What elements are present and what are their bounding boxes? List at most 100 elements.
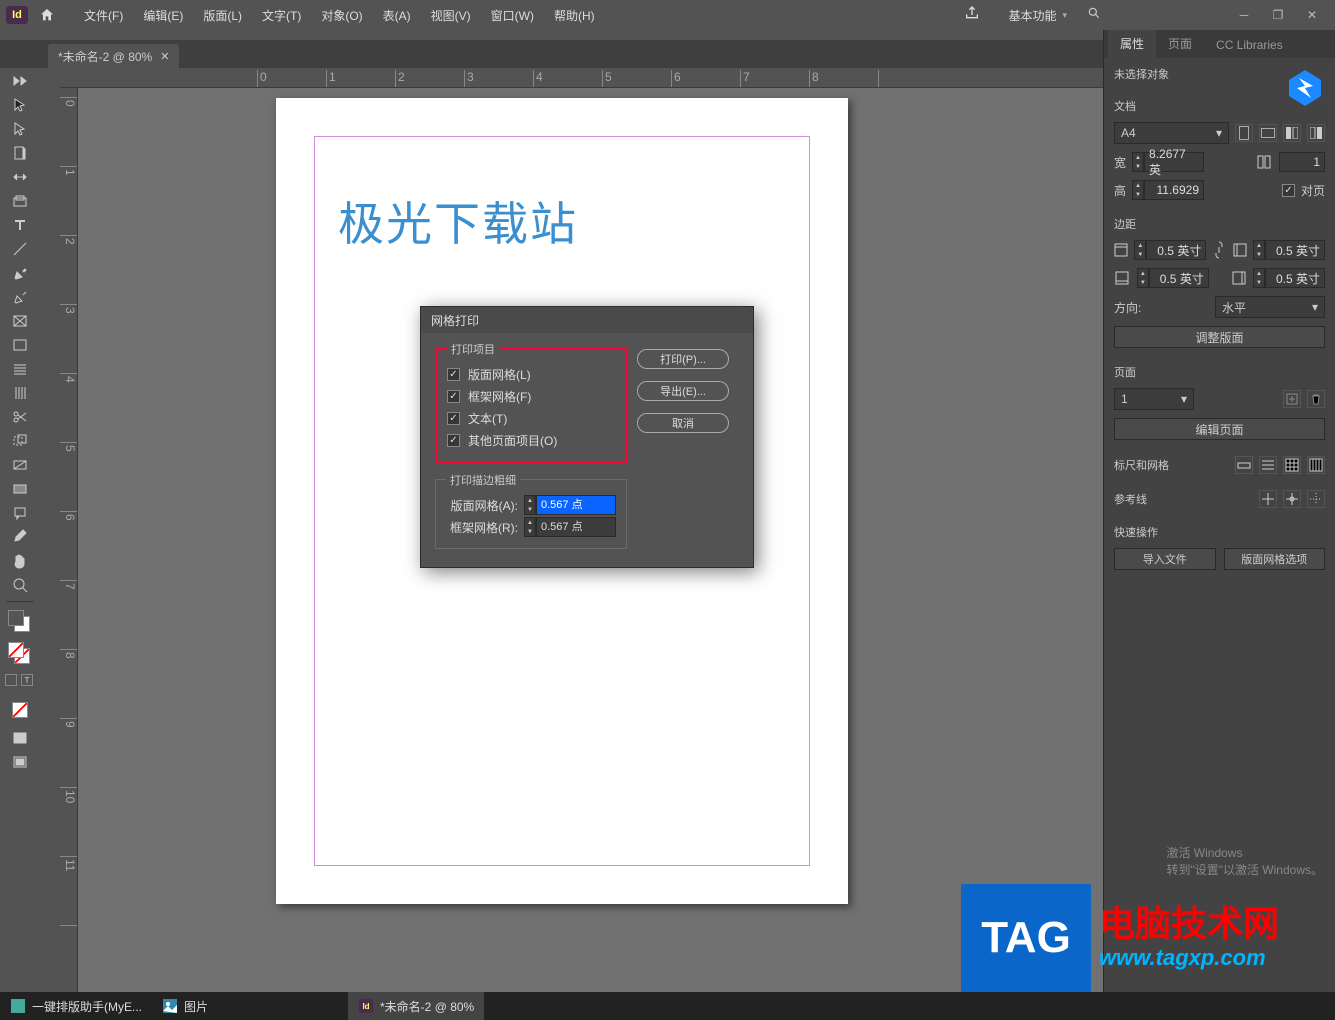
taskbar-item-indesign[interactable]: Id *未命名-2 @ 80% (348, 992, 484, 1020)
rectangle-tool-icon[interactable] (4, 334, 36, 356)
checkbox-layout-grid[interactable] (447, 368, 460, 381)
layout-grid-stepper[interactable]: ▲▼ (524, 495, 536, 515)
binding-right-icon[interactable] (1307, 124, 1325, 142)
layout-grid-options-button[interactable]: 版面网格选项 (1224, 548, 1326, 570)
menu-object[interactable]: 对象(O) (311, 7, 372, 24)
edit-page-button[interactable]: 编辑页面 (1114, 418, 1325, 440)
orientation-landscape-icon[interactable] (1259, 124, 1277, 142)
margin-bottom-field[interactable]: 0.5 英寸 (1149, 268, 1209, 288)
rectangle-frame-tool-icon[interactable] (4, 310, 36, 332)
margin-top-field[interactable]: 0.5 英寸 (1146, 240, 1206, 260)
document-tab[interactable]: *未命名-2 @ 80% ✕ (48, 44, 179, 68)
vertical-ruler[interactable]: 0 1 2 3 4 5 6 7 8 9 10 11 (60, 88, 78, 992)
menu-window[interactable]: 窗口(W) (481, 7, 544, 24)
ruler-icon[interactable] (1235, 456, 1253, 474)
height-field[interactable]: 11.6929 (1144, 180, 1204, 200)
document-grid-icon[interactable] (1283, 456, 1301, 474)
new-page-icon[interactable] (1283, 390, 1301, 408)
expand-toolbox-icon[interactable] (4, 70, 36, 92)
show-guides-icon[interactable] (1259, 490, 1277, 508)
dialog-title[interactable]: 网格打印 (421, 307, 753, 333)
line-tool-icon[interactable] (4, 238, 36, 260)
direct-selection-tool-icon[interactable] (4, 118, 36, 140)
checkbox-other-items[interactable] (447, 434, 460, 447)
orientation-select[interactable]: 水平▾ (1215, 296, 1325, 318)
note-tool-icon[interactable] (4, 502, 36, 524)
menu-view[interactable]: 视图(V) (421, 7, 481, 24)
type-tool-icon[interactable] (4, 214, 36, 236)
menu-help[interactable]: 帮助(H) (544, 7, 605, 24)
menu-edit[interactable]: 编辑(E) (133, 7, 193, 24)
content-collector-tool-icon[interactable] (4, 190, 36, 212)
margin-bottom-stepper[interactable]: ▲▼ (1137, 268, 1149, 288)
margin-left-field[interactable]: 0.5 英寸 (1265, 240, 1325, 260)
share-icon[interactable] (964, 5, 984, 25)
taskbar-item-pictures[interactable]: 图片 (152, 992, 218, 1020)
dialog-print-button[interactable]: 打印(P)... (637, 349, 729, 369)
hand-tool-icon[interactable] (4, 550, 36, 572)
zoom-tool-icon[interactable] (4, 574, 36, 596)
home-icon[interactable] (38, 6, 56, 24)
checkbox-text[interactable] (447, 412, 460, 425)
height-stepper[interactable]: ▲▼ (1132, 180, 1144, 200)
checkbox-frame-grid[interactable] (447, 390, 460, 403)
binding-left-icon[interactable] (1283, 124, 1301, 142)
pen-tool-icon[interactable] (4, 262, 36, 284)
pasteboard[interactable]: 极光下载站 网格打印 打印项目 版面网格(L) 框架网格(F) 文本(T) 其他… (78, 88, 1103, 992)
menu-table[interactable]: 表(A) (373, 7, 421, 24)
margin-right-stepper[interactable]: ▲▼ (1253, 268, 1265, 288)
width-stepper[interactable]: ▲▼ (1132, 152, 1144, 172)
eyedropper-tool-icon[interactable] (4, 526, 36, 548)
gap-tool-icon[interactable] (4, 166, 36, 188)
window-restore-icon[interactable]: ❐ (1271, 9, 1285, 21)
scissors-tool-icon[interactable] (4, 406, 36, 428)
window-close-icon[interactable]: ✕ (1305, 9, 1319, 21)
panel-tab-properties[interactable]: 属性 (1108, 30, 1156, 58)
fill-stroke-swatch[interactable] (4, 607, 36, 637)
horizontal-ruler[interactable]: 0 1 2 3 4 5 6 7 8 (60, 70, 1103, 88)
layout-grid-stroke-input[interactable]: 0.567 点 (536, 495, 616, 515)
layout-grid-icon[interactable] (1307, 456, 1325, 474)
panel-tab-pages[interactable]: 页面 (1156, 30, 1204, 58)
import-file-button[interactable]: 导入文件 (1114, 548, 1216, 570)
selection-tool-icon[interactable] (4, 94, 36, 116)
page-number-select[interactable]: 1▾ (1114, 388, 1194, 410)
baseline-grid-icon[interactable] (1259, 456, 1277, 474)
margin-right-field[interactable]: 0.5 英寸 (1265, 268, 1325, 288)
free-transform-tool-icon[interactable] (4, 430, 36, 452)
horizontal-grid-tool-icon[interactable] (4, 358, 36, 380)
facing-pages-checkbox[interactable] (1282, 184, 1295, 197)
default-fill-stroke-icon[interactable] (4, 639, 36, 669)
apply-color-icon[interactable] (4, 695, 36, 725)
margin-top-stepper[interactable]: ▲▼ (1134, 240, 1146, 260)
adobe-search[interactable] (1087, 6, 1217, 24)
width-field[interactable]: 8.2677 英 (1144, 152, 1204, 172)
view-mode-icon[interactable] (4, 727, 36, 749)
pencil-tool-icon[interactable] (4, 286, 36, 308)
page-size-select[interactable]: A4▾ (1114, 122, 1229, 144)
margin-left-stepper[interactable]: ▲▼ (1253, 240, 1265, 260)
workspace-switcher[interactable]: 基本功能 ▾ (998, 7, 1077, 24)
dialog-export-button[interactable]: 导出(E)... (637, 381, 729, 401)
screen-mode-icon[interactable] (4, 751, 36, 773)
gradient-feather-tool-icon[interactable] (4, 478, 36, 500)
menu-layout[interactable]: 版面(L) (193, 7, 252, 24)
menu-file[interactable]: 文件(F) (74, 7, 133, 24)
formatting-container-icon[interactable]: T (4, 671, 36, 693)
panel-tab-cclibraries[interactable]: CC Libraries (1204, 32, 1295, 58)
tab-close-icon[interactable]: ✕ (160, 50, 169, 63)
gradient-swatch-tool-icon[interactable] (4, 454, 36, 476)
frame-grid-stepper[interactable]: ▲▼ (524, 517, 536, 537)
vertical-grid-tool-icon[interactable] (4, 382, 36, 404)
dialog-cancel-button[interactable]: 取消 (637, 413, 729, 433)
adjust-layout-button[interactable]: 调整版面 (1114, 326, 1325, 348)
page-tool-icon[interactable] (4, 142, 36, 164)
link-margins-icon[interactable] (1212, 241, 1226, 259)
menu-type[interactable]: 文字(T) (252, 7, 311, 24)
smart-guides-icon[interactable] (1307, 490, 1325, 508)
lock-guides-icon[interactable] (1283, 490, 1301, 508)
taskbar-item-myedit[interactable]: 一键排版助手(MyE... (0, 992, 152, 1020)
orientation-portrait-icon[interactable] (1235, 124, 1253, 142)
spread-field[interactable]: 1 (1279, 152, 1325, 172)
window-minimize-icon[interactable]: ─ (1237, 9, 1251, 21)
